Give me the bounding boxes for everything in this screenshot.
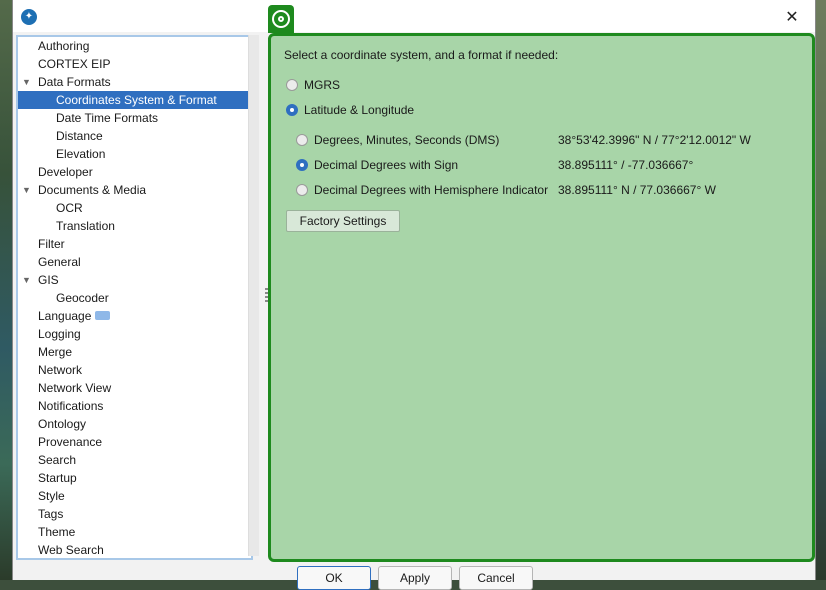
tree-item[interactable]: OCR [18,199,251,217]
tree-item-label: Geocoder [56,291,109,305]
tree-item[interactable]: Ontology [18,415,251,433]
radio-lat-long[interactable]: Latitude & Longitude [286,103,414,117]
tree-item-label: Filter [38,237,65,251]
tree-item[interactable]: Style [18,487,251,505]
radio-mgrs-indicator[interactable] [286,79,298,91]
tree-item-label: Documents & Media [38,183,147,197]
close-button[interactable]: ✕ [777,6,807,28]
tree-item[interactable]: Notifications [18,397,251,415]
tree-item-label: Search [38,453,77,467]
tree-item[interactable]: Authoring [18,37,251,55]
tree-item-label: Authoring [38,39,90,53]
language-badge-icon [95,311,110,320]
tree-item-label: CORTEX EIP [38,57,111,71]
radio-format-dms-label: Degrees, Minutes, Seconds (DMS) [314,133,500,147]
tree-item-label: Merge [38,345,73,359]
tree-item[interactable]: Coordinates System & Format [18,91,251,109]
tree-item[interactable]: Tags [18,505,251,523]
tree-item-label: General [38,255,81,269]
radio-format-decimal-hemisphere-indicator[interactable] [296,184,308,196]
tree-item[interactable]: ▼ GIS [18,271,251,289]
tree-item-label: Notifications [38,399,104,413]
tree-item[interactable]: Network [18,361,251,379]
radio-lat-long-label: Latitude & Longitude [304,103,415,117]
tree-item[interactable]: Startup [18,469,251,487]
tree-item[interactable]: Network View [18,379,251,397]
tree-item-label: Web Search [38,543,104,557]
format-decimal-hemisphere-example: 38.895111° N / 77.036667° W [558,183,716,197]
expand-caret-icon[interactable]: ▼ [22,271,34,289]
tree-item-label: OCR [56,201,83,215]
tree-scrollbar[interactable] [248,35,259,556]
tree-item-label: GIS [38,273,59,287]
tree-item-label: Logging [38,327,81,341]
tree-item-label: Network [38,363,83,377]
desktop-wallpaper-left [0,0,12,580]
tree-item[interactable]: ▼ Data Formats [18,73,251,91]
ok-button[interactable]: OK [297,566,371,590]
tree-item-label: Language [38,309,92,323]
tree-item[interactable]: Geocoder [18,289,251,307]
target-icon [272,10,290,28]
panel-tab [268,5,294,33]
tree-item[interactable]: Language [18,307,251,325]
tree-item-label: Style [38,489,65,503]
tree-item-label: Ontology [38,417,87,431]
tree-item[interactable]: Provenance [18,433,251,451]
panel-prompt: Select a coordinate system, and a format… [284,48,559,62]
tree-list: Authoring CORTEX EIP ▼ Data Formats Coordina… [18,37,251,558]
tree-item-label: Developer [38,165,93,179]
tree-item-label: Data Formats [38,75,111,89]
radio-format-dms-indicator[interactable] [296,134,308,146]
app-logo-icon: ✦ [21,9,37,25]
title-bar: ✦ ✕ [13,0,815,32]
tree-item[interactable]: Developer [18,163,251,181]
tree-item[interactable]: CORTEX EIP [18,55,251,73]
tree-item-label: Theme [38,525,76,539]
radio-format-dms[interactable]: Degrees, Minutes, Seconds (DMS) [296,133,499,147]
tree-item[interactable]: Filter [18,235,251,253]
cancel-button[interactable]: Cancel [459,566,533,590]
radio-mgrs-label: MGRS [304,78,340,92]
radio-format-decimal-hemisphere-label: Decimal Degrees with Hemisphere Indicato… [314,183,549,197]
tree-item-label: Date Time Formats [56,111,159,125]
tree-item[interactable]: Theme [18,523,251,541]
tree-item[interactable]: Merge [18,343,251,361]
tree-item-label: Startup [38,471,77,485]
tree-item-label: Tags [38,507,64,521]
tree-item-label: Provenance [38,435,103,449]
tree-item[interactable]: General [18,253,251,271]
format-decimal-sign-example: 38.895111° / -77.036667° [558,158,694,172]
tree-item-label: Elevation [56,147,106,161]
radio-format-decimal-sign[interactable]: Decimal Degrees with Sign [296,158,458,172]
radio-mgrs[interactable]: MGRS [286,78,340,92]
format-dms-example: 38°53'42.3996" N / 77°2'12.0012" W [558,133,751,147]
tree-item[interactable]: Translation [18,217,251,235]
tree-item[interactable]: Search [18,451,251,469]
radio-format-decimal-sign-indicator[interactable] [296,159,308,171]
radio-format-decimal-hemisphere[interactable]: Decimal Degrees with Hemisphere Indicato… [296,183,548,197]
tree-item[interactable]: Distance [18,127,251,145]
tree-item[interactable]: Elevation [18,145,251,163]
settings-dialog: ✦ ✕ Authoring CORTEX EIP ▼ Data Formats Coor… [12,0,816,590]
settings-category-tree: Authoring CORTEX EIP ▼ Data Formats Coordina… [16,35,253,560]
tree-item[interactable]: Logging [18,325,251,343]
tree-item[interactable]: Web Search [18,541,251,558]
expand-caret-icon[interactable]: ▼ [22,181,34,199]
radio-format-decimal-sign-label: Decimal Degrees with Sign [314,158,459,172]
settings-panel: Select a coordinate system, and a format… [268,33,815,562]
tree-item-label: Network View [38,381,112,395]
tree-item[interactable]: Date Time Formats [18,109,251,127]
tree-item[interactable]: ▼ Documents & Media [18,181,251,199]
expand-caret-icon[interactable]: ▼ [22,73,34,91]
tree-item-label: Coordinates System & Format [56,93,217,107]
apply-button[interactable]: Apply [378,566,452,590]
factory-settings-button[interactable]: Factory Settings [286,210,400,232]
radio-lat-long-indicator[interactable] [286,104,298,116]
tree-item-label: Distance [56,129,103,143]
tree-item-label: Translation [56,219,115,233]
